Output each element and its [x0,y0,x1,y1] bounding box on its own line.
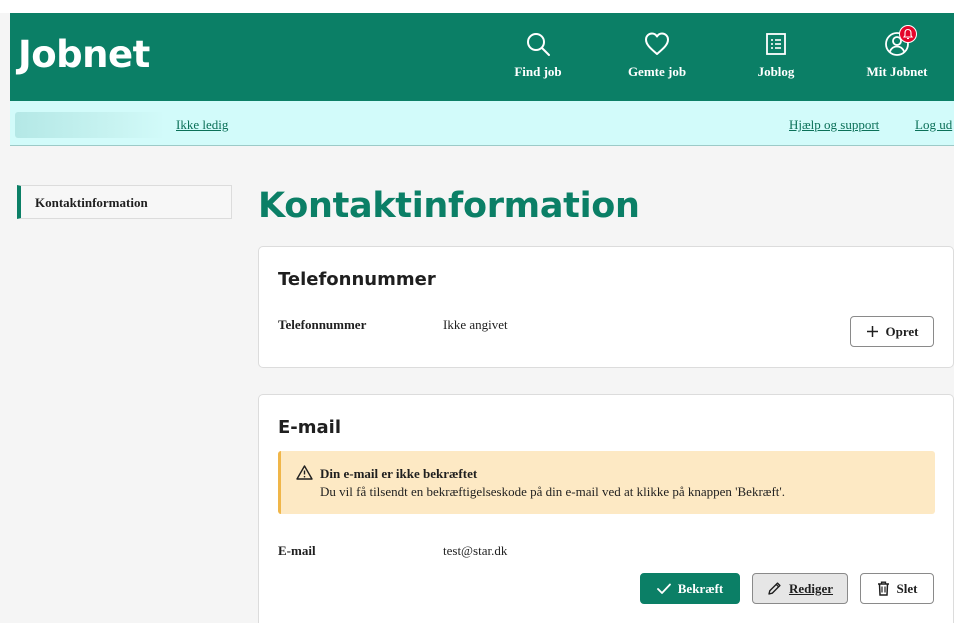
status-link[interactable]: Ikke ledig [176,117,228,133]
phone-field-label: Telefonnummer [278,317,367,332]
edit-email-button[interactable]: Rediger [752,573,848,604]
header: Jobnet Find job Gemte job Joblog Mit Job… [10,13,954,101]
logout-link[interactable]: Log ud [915,117,952,133]
trash-icon [877,581,889,596]
email-field-label: E-mail [278,543,316,558]
email-card-title: E-mail [278,417,342,438]
top-strip [0,0,954,13]
email-card: E-mail Din e-mail er ikke bekræftet Du v… [258,394,954,623]
nav-label: Find job [514,64,562,79]
help-support-link[interactable]: Hjælp og support [789,117,879,133]
page-title: Kontaktinformation [258,186,640,226]
nav-find-job[interactable]: Find job [493,31,583,91]
heart-icon [645,32,669,55]
nav-label: Mit Jobnet [866,64,928,79]
plus-icon [866,326,878,337]
create-phone-button[interactable]: Opret [850,316,934,347]
pencil-icon [768,582,781,595]
search-icon [527,33,550,56]
user-name-redacted [15,112,165,138]
notification-badge[interactable] [899,25,917,43]
email-field-value: test@star.dk [443,543,508,558]
warning-icon [296,465,313,480]
nav-joblog[interactable]: Joblog [731,31,821,91]
user-subbar: Ikke ledig Hjælp og support Log ud [10,101,954,146]
phone-field-value: Ikke angivet [443,317,508,332]
nav-label: Gemte job [627,64,687,79]
sidebar-item-kontaktinformation[interactable]: Kontaktinformation [17,185,232,219]
list-icon [766,33,786,55]
bell-icon [902,28,914,40]
create-button-label: Opret [885,323,919,339]
confirm-button-label: Bekræft [677,580,724,596]
alert-title: Din e-mail er ikke bekræftet [320,466,478,481]
confirm-email-button[interactable]: Bekræft [640,573,740,604]
alert-text: Du vil få tilsendt en bekræftigelseskode… [320,484,785,499]
nav-gemte-job[interactable]: Gemte job [612,31,702,91]
edit-button-label: Rediger [788,580,834,596]
delete-button-label: Slet [896,580,918,596]
nav-mit-jobnet[interactable]: Mit Jobnet [852,25,942,91]
jobnet-logo[interactable]: Jobnet [18,33,150,76]
phone-card: Telefonnummer Telefonnummer Ikke angivet… [258,246,954,368]
delete-email-button[interactable]: Slet [860,573,934,604]
sidebar-item-label: Kontaktinformation [35,195,148,210]
email-unconfirmed-alert: Din e-mail er ikke bekræftet Du vil få t… [278,451,935,514]
checkmark-icon [656,583,671,594]
phone-card-title: Telefonnummer [278,269,436,290]
nav-label: Joblog [757,64,795,79]
